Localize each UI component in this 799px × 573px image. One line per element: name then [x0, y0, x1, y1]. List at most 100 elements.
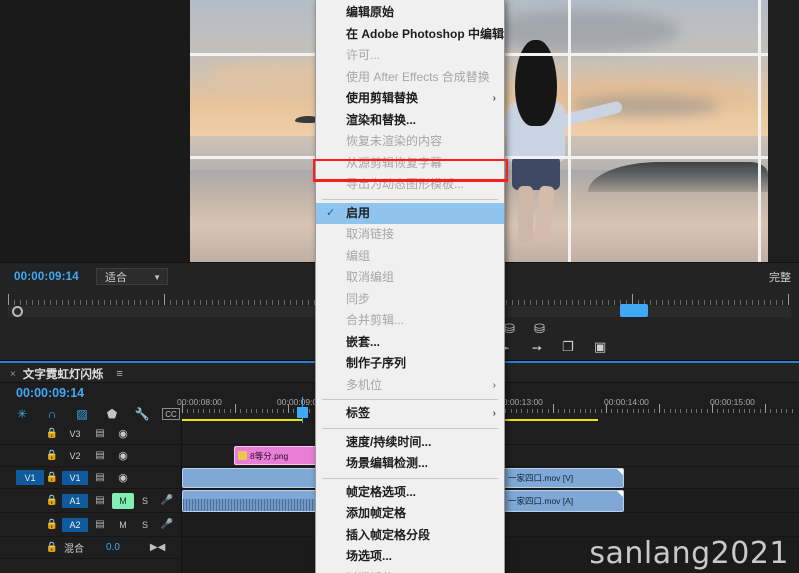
- camera-icon[interactable]: ▣: [594, 339, 606, 355]
- menu-item-标签[interactable]: 标签 ›: [316, 403, 504, 425]
- clip-context-menu[interactable]: 编辑原始在 Adobe Photoshop 中编辑 许可... 使用 After E…: [315, 0, 505, 573]
- track-target-icon[interactable]: ▤: [88, 519, 112, 530]
- solo-button[interactable]: S: [134, 496, 156, 506]
- track-header-a2[interactable]: 🔒 A2 ▤ M S 🎤: [0, 513, 182, 537]
- menu-item-编辑原始[interactable]: 编辑原始: [316, 2, 504, 24]
- menu-item-嵌套[interactable]: 嵌套...: [316, 332, 504, 354]
- mixer-keyframe-icon[interactable]: ▶◀: [150, 542, 165, 553]
- track-target-icon[interactable]: ▤: [88, 495, 112, 506]
- track-source-badge[interactable]: V1: [16, 470, 44, 485]
- export-frame-icon[interactable]: ❐: [562, 339, 574, 355]
- mark-clip-group-icon[interactable]: ⛁: [534, 321, 545, 337]
- monitor-scroll-thumb[interactable]: [620, 304, 648, 317]
- timeline-sequence-tab[interactable]: × 文字霓虹灯闪烁 ≡: [10, 366, 123, 382]
- menu-item-渲染和替换[interactable]: 渲染和替换...: [316, 110, 504, 132]
- menu-item-速度持续时间[interactable]: 速度/持续时间...: [316, 432, 504, 454]
- monitor-letterbox-left: [0, 0, 190, 262]
- track-header-mixer[interactable]: 🔒 混合 0.0 ▶◀: [0, 537, 182, 559]
- lock-icon[interactable]: 🔒: [42, 450, 62, 461]
- menu-item-帧定格选项[interactable]: 帧定格选项...: [316, 482, 504, 504]
- ruler-minor-tick: [110, 300, 111, 305]
- eye-visibility-icon[interactable]: ◉: [112, 427, 134, 440]
- microphone-icon[interactable]: 🎤: [156, 495, 178, 506]
- ruler-major-tick: [659, 404, 660, 413]
- panel-menu-icon[interactable]: ≡: [116, 368, 122, 380]
- track-name-label[interactable]: V2: [62, 449, 88, 463]
- menu-item-插入帧定格分段[interactable]: 插入帧定格分段: [316, 525, 504, 547]
- linked-selection-icon[interactable]: ▨: [72, 405, 92, 423]
- menu-item-label: 编辑原始: [346, 5, 395, 19]
- mark-out-icon[interactable]: ➙: [532, 341, 542, 355]
- ruler-minor-tick: [537, 409, 539, 413]
- timeline-playhead-timecode[interactable]: 00:00:09:14: [16, 386, 84, 400]
- ruler-minor-tick: [282, 409, 284, 413]
- track-name-label[interactable]: V3: [62, 427, 88, 441]
- menu-item-label: 同步: [346, 291, 371, 306]
- settings-wrench-icon[interactable]: 🔧: [132, 405, 152, 423]
- work-area-bar-left[interactable]: [182, 419, 302, 421]
- insert-track-icon[interactable]: ✳: [12, 405, 32, 423]
- lock-icon[interactable]: 🔒: [42, 472, 62, 483]
- ruler-minor-tick: [116, 300, 117, 305]
- monitor-timecode[interactable]: 00:00:09:14: [14, 271, 79, 283]
- menu-item-场景编辑检测[interactable]: 场景编辑检测...: [316, 453, 504, 475]
- timeline-playhead-knob[interactable]: [297, 407, 308, 418]
- track-target-icon[interactable]: ▤: [88, 472, 112, 483]
- lock-icon[interactable]: 🔒: [42, 495, 62, 506]
- microphone-icon[interactable]: 🎤: [156, 519, 178, 530]
- track-header-a1[interactable]: 🔒 A1 ▤ M S 🎤: [0, 489, 182, 513]
- ruler-minor-tick: [512, 300, 513, 305]
- ruler-minor-tick: [759, 409, 761, 413]
- menu-item-使用剪辑替换[interactable]: 使用剪辑替换 ›: [316, 88, 504, 110]
- menu-item-制作子序列[interactable]: 制作子序列: [316, 353, 504, 375]
- ruler-minor-tick: [510, 409, 512, 413]
- snap-magnet-icon[interactable]: ∩: [42, 405, 62, 423]
- close-icon[interactable]: ×: [10, 369, 16, 380]
- monitor-playhead[interactable]: [12, 306, 23, 317]
- lock-icon[interactable]: 🔒: [42, 428, 62, 439]
- ruler-major-tick: [182, 404, 183, 413]
- menu-item-在AdobePhotos[interactable]: 在 Adobe Photoshop 中编辑: [316, 24, 504, 46]
- track-name-label[interactable]: A1: [62, 493, 88, 508]
- ruler-major-tick: [8, 294, 9, 305]
- mute-button[interactable]: M: [112, 520, 134, 530]
- eye-visibility-icon[interactable]: ◉: [112, 471, 134, 484]
- track-header-v2[interactable]: 🔒 V2 ▤ ◉: [0, 445, 182, 467]
- clip-corner-marker: [617, 469, 623, 475]
- ruler-minor-tick: [572, 300, 573, 305]
- ruler-minor-tick: [782, 300, 783, 305]
- clip-mov-video[interactable]: 一家四口.mov [V]: [492, 468, 624, 488]
- ruler-minor-tick: [278, 300, 279, 305]
- track-header-v3[interactable]: 🔒 V3 ▤ ◉: [0, 423, 182, 445]
- annotation-red-underline: [313, 180, 508, 182]
- closed-caption-icon[interactable]: CC: [162, 408, 180, 420]
- track-target-icon[interactable]: ▤: [88, 450, 112, 461]
- ruler-time-label: 00:00:14:00: [604, 397, 649, 407]
- track-name-label[interactable]: A2: [62, 517, 88, 532]
- mark-in-out-group-icon[interactable]: ⛁: [504, 321, 515, 337]
- ruler-minor-tick: [717, 409, 719, 413]
- ruler-minor-tick: [290, 300, 291, 305]
- track-target-icon[interactable]: ▤: [88, 428, 112, 439]
- lock-icon[interactable]: 🔒: [42, 542, 62, 553]
- timeline-tool-row: ✳ ∩ ▨ ⬟ 🔧 CC: [12, 405, 182, 425]
- lock-icon[interactable]: 🔒: [42, 519, 62, 530]
- mixer-value[interactable]: 0.0: [106, 542, 120, 553]
- menu-item-场选项[interactable]: 场选项...: [316, 546, 504, 568]
- track-name-label[interactable]: V1: [62, 470, 88, 485]
- ruler-minor-tick: [734, 300, 735, 305]
- track-header-v1[interactable]: V1 🔒 V1 ▤ ◉: [0, 467, 182, 489]
- menu-item-添加帧定格[interactable]: 添加帧定格: [316, 503, 504, 525]
- ruler-minor-tick: [584, 409, 586, 413]
- clip-mov-audio[interactable]: 一家四口.mov [A]: [492, 490, 624, 512]
- mute-button[interactable]: M: [112, 492, 134, 509]
- menu-item-启用[interactable]: ✓ 启用: [316, 202, 504, 224]
- add-marker-icon[interactable]: ⬟: [102, 405, 122, 423]
- eye-visibility-icon[interactable]: ◉: [112, 449, 134, 462]
- resolution-label[interactable]: 完整: [769, 269, 791, 285]
- menu-item-取消编组: 取消编组: [316, 267, 504, 289]
- work-area-bar-right[interactable]: [498, 419, 598, 421]
- solo-button[interactable]: S: [134, 520, 156, 530]
- submenu-arrow-icon: ›: [492, 93, 496, 104]
- zoom-level-select[interactable]: 适合 ▼: [96, 268, 168, 285]
